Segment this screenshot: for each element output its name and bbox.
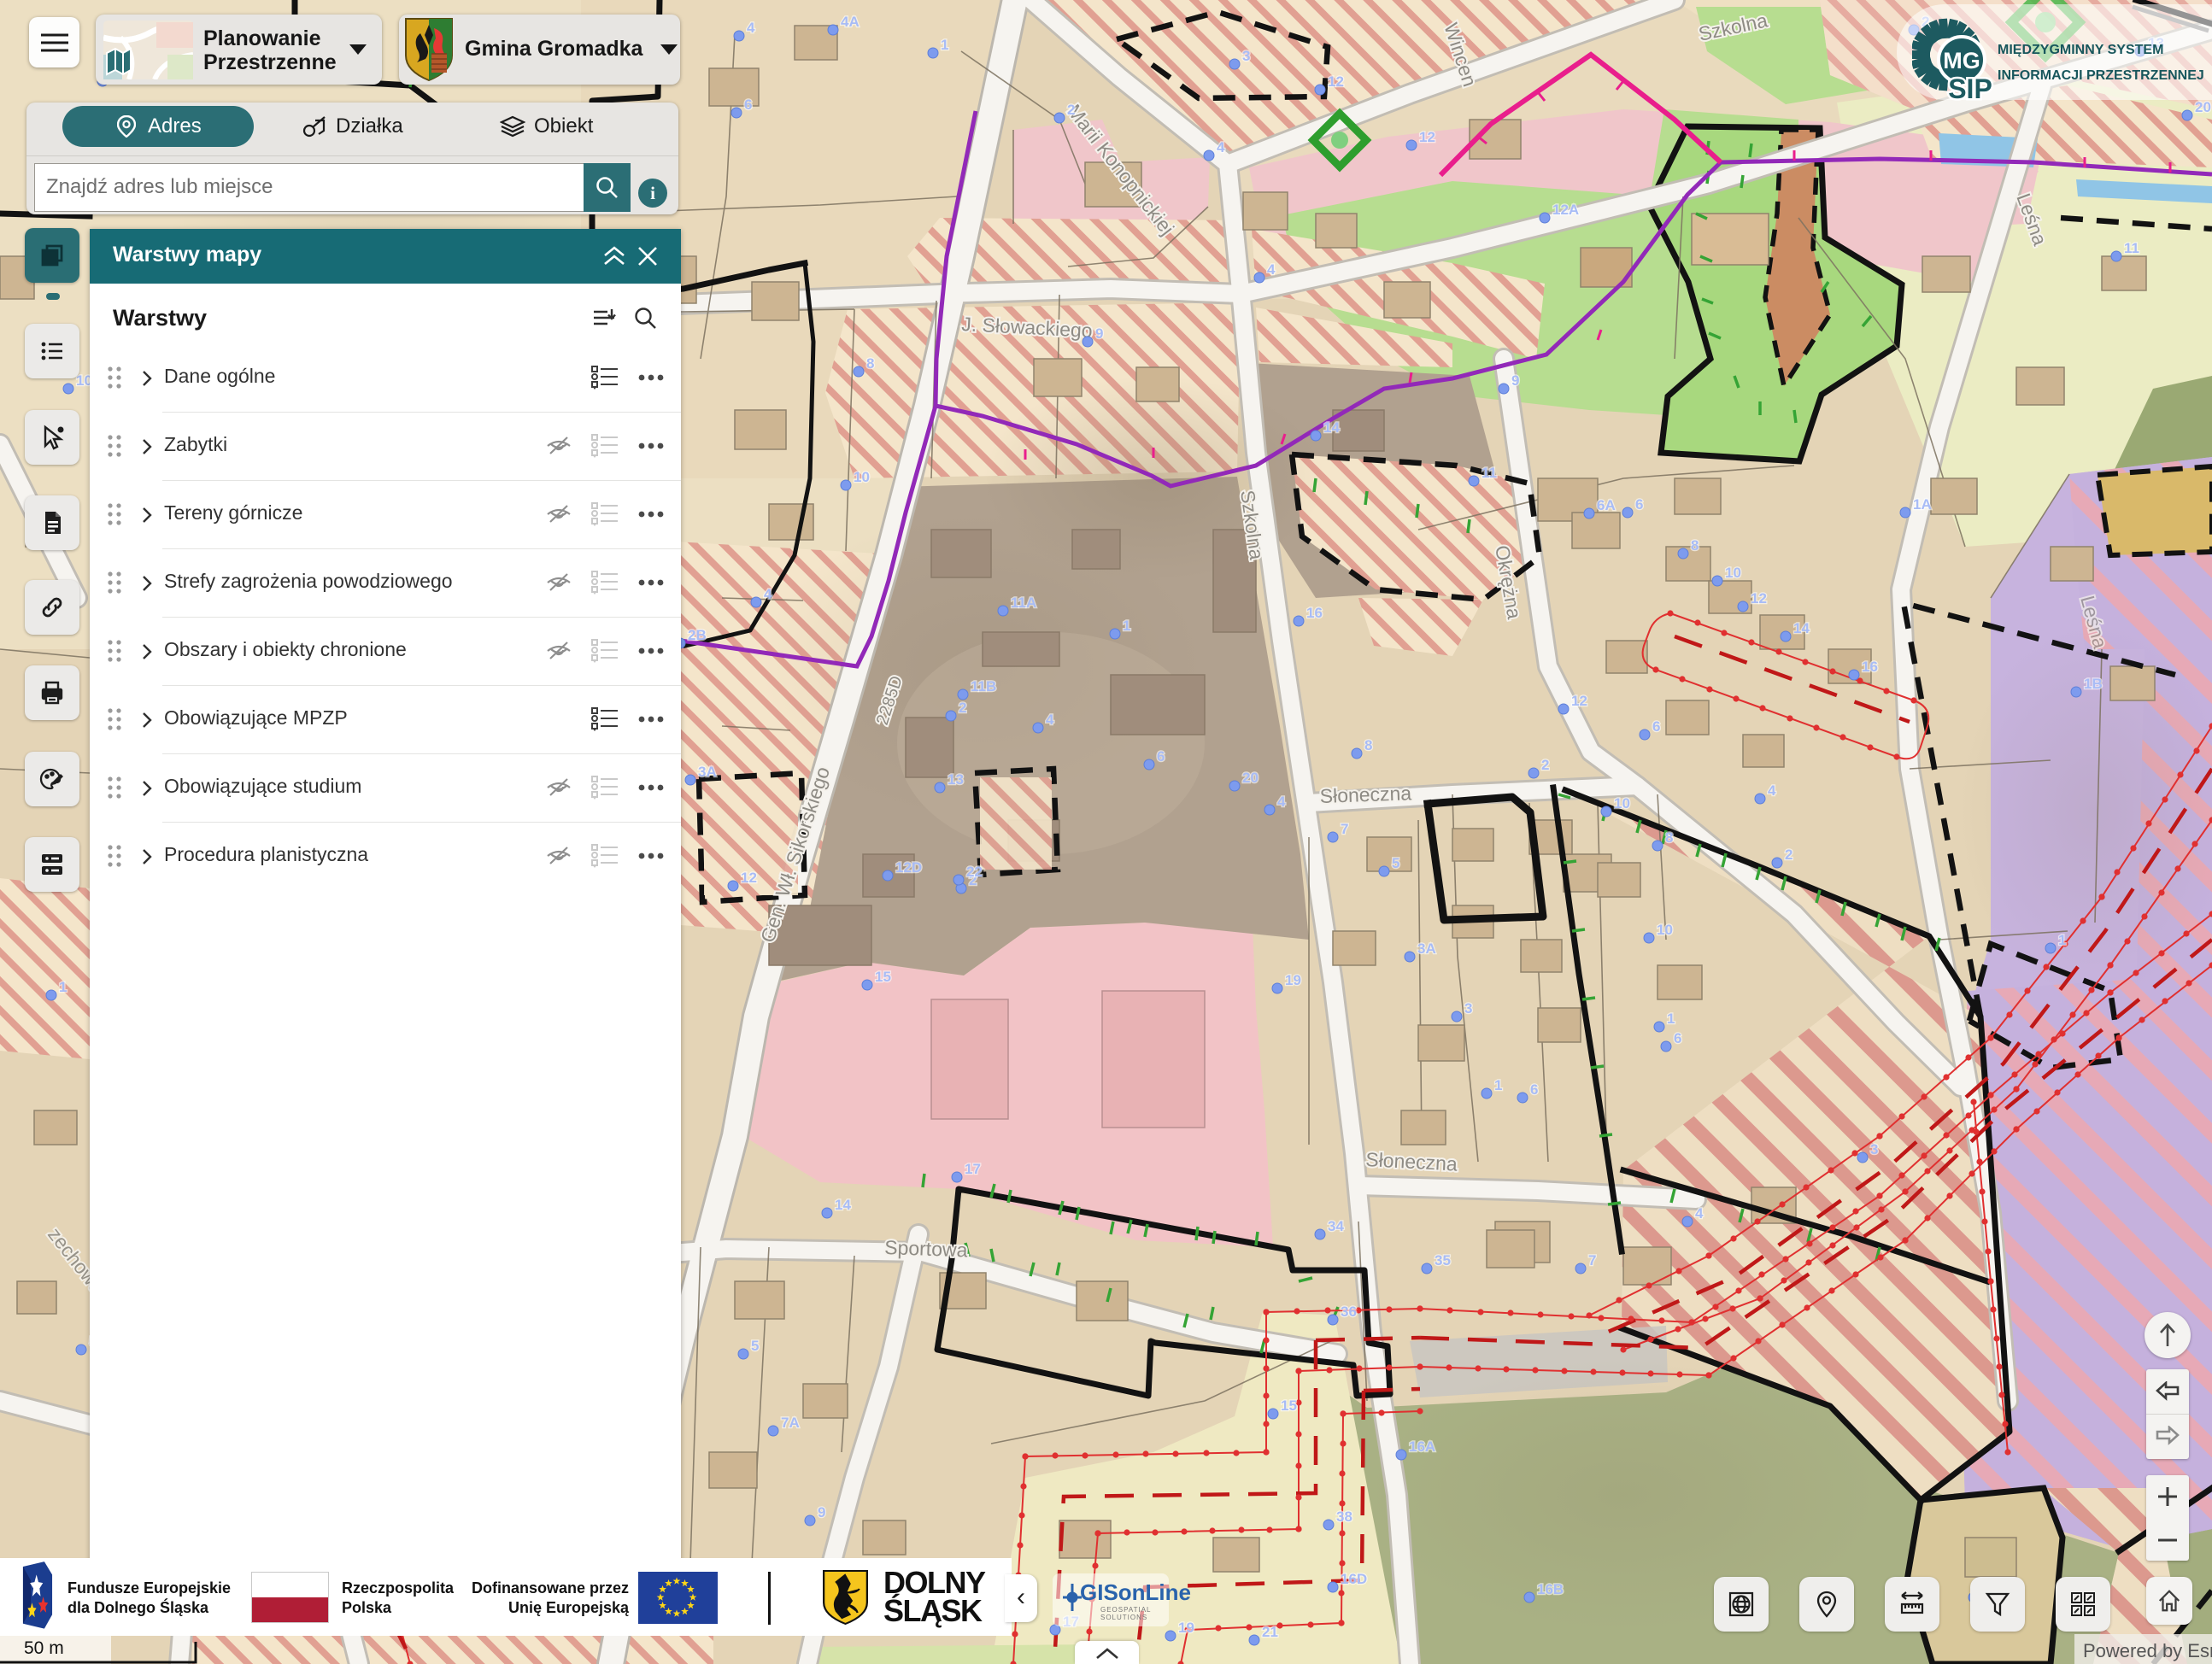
svg-text:6: 6 — [1635, 496, 1643, 513]
svg-text:16B: 16B — [1537, 1581, 1564, 1597]
svg-text:16D: 16D — [1341, 1571, 1367, 1587]
svg-text:8: 8 — [1691, 537, 1699, 554]
svg-text:9: 9 — [818, 1504, 825, 1520]
svg-text:3A: 3A — [1417, 940, 1436, 957]
svg-text:12D: 12D — [895, 859, 922, 876]
svg-text:16: 16 — [1862, 659, 1878, 675]
svg-text:17: 17 — [965, 1161, 981, 1177]
svg-text:7A: 7A — [781, 1415, 800, 1431]
svg-text:14: 14 — [1793, 620, 1810, 636]
svg-text:11A: 11A — [1011, 595, 1036, 611]
svg-text:4A: 4A — [841, 14, 860, 30]
svg-text:8: 8 — [866, 355, 874, 372]
svg-text:14: 14 — [835, 1197, 851, 1213]
svg-text:16A: 16A — [1409, 1438, 1435, 1455]
svg-text:2: 2 — [1541, 757, 1549, 773]
svg-text:6: 6 — [1652, 718, 1660, 735]
svg-text:12: 12 — [1571, 693, 1587, 709]
svg-text:SIP: SIP — [1948, 73, 1992, 101]
svg-text:10: 10 — [1725, 565, 1741, 581]
svg-text:10: 10 — [854, 469, 870, 485]
svg-text:1B: 1B — [2084, 676, 2103, 692]
svg-text:4: 4 — [1277, 794, 1286, 810]
svg-text:3A: 3A — [698, 764, 717, 780]
svg-text:4: 4 — [1046, 712, 1054, 728]
svg-text:1A: 1A — [1913, 496, 1932, 513]
svg-text:15: 15 — [1281, 1397, 1297, 1414]
svg-text:21: 21 — [1262, 1624, 1278, 1640]
svg-text:5: 5 — [751, 1338, 759, 1354]
svg-text:12A: 12A — [1552, 202, 1579, 218]
svg-text:1: 1 — [1667, 1011, 1675, 1027]
svg-text:2: 2 — [1785, 847, 1792, 863]
svg-text:19: 19 — [1178, 1620, 1194, 1636]
svg-text:11: 11 — [1482, 465, 1497, 481]
svg-text:12: 12 — [741, 870, 757, 886]
svg-text:3: 3 — [1242, 48, 1250, 64]
svg-text:10: 10 — [1657, 922, 1673, 938]
svg-text:3: 3 — [1464, 1000, 1472, 1017]
svg-text:6: 6 — [1674, 1030, 1681, 1046]
svg-text:34: 34 — [1328, 1218, 1344, 1234]
svg-text:15: 15 — [875, 969, 891, 985]
svg-text:4: 4 — [747, 20, 755, 36]
svg-text:38: 38 — [1336, 1509, 1352, 1525]
svg-text:4: 4 — [1695, 1205, 1704, 1222]
svg-text:4: 4 — [764, 586, 772, 602]
svg-text:20: 20 — [2195, 99, 2211, 115]
svg-text:8: 8 — [1665, 829, 1673, 846]
svg-text:4: 4 — [1267, 261, 1276, 278]
svg-text:4: 4 — [1217, 139, 1225, 155]
svg-text:1: 1 — [59, 979, 67, 995]
svg-text:2B: 2B — [688, 627, 707, 643]
svg-text:36: 36 — [1341, 1304, 1357, 1320]
svg-text:1: 1 — [1123, 618, 1130, 634]
svg-text:MG: MG — [1943, 48, 1980, 73]
svg-text:9: 9 — [1095, 325, 1103, 342]
svg-text:8: 8 — [1364, 737, 1372, 753]
svg-text:6: 6 — [744, 97, 752, 113]
svg-text:7: 7 — [1588, 1252, 1596, 1269]
svg-text:6: 6 — [1530, 1081, 1538, 1098]
svg-text:9: 9 — [1511, 372, 1519, 389]
svg-text:7: 7 — [1341, 821, 1348, 837]
svg-text:11: 11 — [2124, 240, 2139, 256]
svg-text:6: 6 — [1157, 748, 1165, 765]
svg-text:12: 12 — [1751, 590, 1767, 606]
svg-text:1: 1 — [941, 37, 948, 53]
svg-text:Słoneczna: Słoneczna — [1319, 782, 1411, 807]
svg-text:2: 2 — [1067, 102, 1075, 118]
svg-text:14: 14 — [1323, 419, 1340, 436]
svg-text:3: 3 — [1870, 1141, 1878, 1157]
svg-text:35: 35 — [1435, 1252, 1451, 1269]
svg-text:12: 12 — [1328, 73, 1344, 90]
svg-text:12: 12 — [1419, 129, 1435, 145]
svg-text:2: 2 — [959, 700, 966, 716]
svg-text:1: 1 — [2058, 932, 2066, 948]
svg-text:19: 19 — [1285, 972, 1301, 988]
svg-text:6A: 6A — [1597, 497, 1616, 513]
svg-text:20: 20 — [1242, 770, 1259, 786]
svg-text:22: 22 — [966, 864, 983, 880]
svg-text:4: 4 — [1768, 782, 1776, 799]
svg-text:13: 13 — [948, 771, 964, 788]
svg-text:5: 5 — [1392, 855, 1399, 871]
svg-text:11B: 11B — [971, 678, 996, 694]
svg-text:Sportowa: Sportowa — [884, 1236, 968, 1261]
svg-text:10: 10 — [1614, 795, 1630, 811]
svg-text:1: 1 — [1494, 1077, 1502, 1093]
svg-text:16: 16 — [1306, 605, 1323, 621]
